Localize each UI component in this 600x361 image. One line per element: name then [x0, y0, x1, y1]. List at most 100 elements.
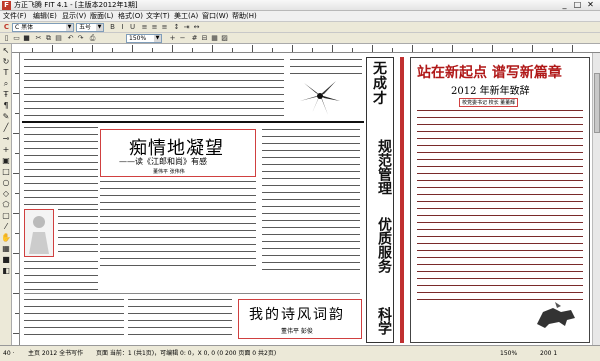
gradient-icon[interactable]: ◧ [1, 266, 11, 276]
pen-icon[interactable]: ✎ [1, 112, 11, 122]
status-info: 页面 当前：1 (共1页)，可编辑 0: 0，X 0, 0 (0 200 页面 … [96, 350, 277, 357]
article-byline: 董伟平 彭俊 [281, 328, 313, 335]
font-family-select[interactable]: C 黑体 ▼ [12, 23, 74, 32]
menu-text[interactable]: 文字(T) [146, 12, 170, 21]
ruler-icon[interactable]: ⊟ [200, 34, 209, 43]
scroll-thumb[interactable] [594, 73, 600, 133]
horse-illustration[interactable] [531, 298, 581, 332]
open-folder-icon[interactable]: ▭ [12, 34, 21, 43]
align-left-icon[interactable]: ≡ [140, 23, 149, 32]
align-right-icon[interactable]: ≡ [160, 23, 169, 32]
menu-help[interactable]: 帮助(H) [232, 12, 257, 21]
chevron-down-icon: ▼ [66, 24, 73, 31]
menu-view[interactable]: 显示(V) [62, 12, 86, 21]
red-rule [400, 57, 404, 343]
table-tool-icon[interactable]: ▦ [1, 244, 11, 254]
hand-icon[interactable]: ✋ [1, 233, 11, 243]
font-size-select[interactable]: 五号 ▼ [76, 23, 104, 32]
polygon-icon[interactable]: ⬠ [1, 200, 11, 210]
document-page[interactable]: 痴情地凝望 ——读《江郎和尚》有感 董伟平 张伟伟 我的诗风词韵 董伟平 彭俊 … [20, 53, 592, 345]
rectangle-icon[interactable]: □ [1, 167, 11, 177]
char-spacing-icon[interactable]: ↔ [192, 23, 201, 32]
article-byline: 董伟平 张伟伟 [153, 169, 185, 175]
select-arrow-icon[interactable]: ↖ [1, 46, 11, 56]
text-column [24, 261, 98, 291]
eyedropper-icon[interactable]: ⁄ [1, 222, 11, 232]
headline-box[interactable]: 痴情地凝望 ——读《江郎和尚》有感 董伟平 张伟伟 [100, 129, 256, 177]
text-column [290, 59, 362, 75]
color-swatch-icon[interactable]: ■ [1, 255, 11, 265]
text-column [262, 129, 360, 271]
menu-format[interactable]: 格式(O) [118, 12, 143, 21]
image-icon[interactable]: ▨ [220, 34, 229, 43]
zoom-tool-icon[interactable]: ⌕ [1, 79, 11, 89]
rotate-icon[interactable]: ↻ [1, 57, 11, 67]
frame-icon[interactable]: ▣ [1, 156, 11, 166]
underline-icon[interactable]: U [128, 23, 137, 32]
zoom-select[interactable]: 150% ▼ [126, 34, 162, 43]
copy-icon[interactable]: ⧉ [44, 34, 53, 43]
link-icon[interactable]: ⊸ [1, 134, 11, 144]
grid-icon[interactable]: # [190, 34, 199, 43]
text-flow-icon[interactable]: ¶ [1, 101, 11, 111]
text-tool-icon[interactable]: T [1, 68, 11, 78]
bold-icon[interactable]: B [108, 23, 117, 32]
vertical-text-icon[interactable]: Ŧ [1, 90, 11, 100]
font-color-icon[interactable]: C [2, 23, 11, 32]
round-rect-icon[interactable]: ▢ [1, 211, 11, 221]
section-divider [22, 121, 364, 123]
article-subhead: ——读《江郎和尚》有感 [119, 157, 207, 166]
new-year-article-box[interactable]: 站在新起点 谱写新篇章 2012 年新年致辞 校党委书记 校长 董董辉 [410, 57, 590, 343]
horizontal-ruler[interactable] [12, 44, 600, 53]
article-headline: 我的诗风词韵 [249, 307, 345, 323]
text-column [417, 110, 583, 300]
status-position: 200 1 [540, 350, 558, 357]
italic-icon[interactable]: I [118, 23, 127, 32]
indent-icon[interactable]: ⇥ [182, 23, 191, 32]
table-icon[interactable]: ▦ [210, 34, 219, 43]
cross-tool-icon[interactable]: + [1, 145, 11, 155]
menu-file[interactable]: 文件(F) [3, 12, 27, 21]
menu-window[interactable]: 窗口(W) [202, 12, 228, 21]
article-subhead: 2012 年新年致辞 [451, 86, 530, 97]
zoom-in-icon[interactable]: + [168, 34, 177, 43]
window-title: 方正飞腾 FIT 4.1 - [主版本2012年1期] [14, 1, 138, 9]
ellipse-icon[interactable]: ○ [1, 178, 11, 188]
status-page: 40 · [3, 350, 15, 357]
zoom-out-icon[interactable]: − [178, 34, 187, 43]
cut-icon[interactable]: ✂ [34, 34, 43, 43]
undo-icon[interactable]: ↶ [66, 34, 75, 43]
section-divider [24, 293, 360, 294]
tool-palette: ↖ ↻ T ⌕ Ŧ ¶ ✎ ╱ ⊸ + ▣ □ ○ ◇ ⬠ ▢ ⁄ ✋ ▦ ■ … [0, 44, 12, 345]
save-icon[interactable]: ■ [22, 34, 31, 43]
vertical-ruler[interactable] [12, 53, 20, 345]
headline-box[interactable]: 我的诗风词韵 董伟平 彭俊 [238, 299, 362, 339]
portrait-photo[interactable] [24, 209, 54, 257]
chevron-down-icon: ▼ [154, 35, 161, 42]
text-column [58, 209, 98, 257]
paste-icon[interactable]: ▤ [54, 34, 63, 43]
banner-line: 优质服务 [376, 217, 392, 273]
vertical-banner[interactable]: 无成才 [366, 57, 394, 343]
new-file-icon[interactable]: ▯ [2, 34, 11, 43]
text-column [24, 127, 98, 205]
redo-icon[interactable]: ↷ [76, 34, 85, 43]
ink-flower-image[interactable] [296, 75, 344, 117]
menu-layout[interactable]: 版面(L) [90, 12, 113, 21]
align-center-icon[interactable]: ≡ [150, 23, 159, 32]
app-logo-icon: F [2, 1, 11, 10]
chevron-down-icon: ▼ [96, 24, 103, 31]
maximize-button[interactable]: □ [572, 1, 583, 10]
minimize-button[interactable]: _ [559, 1, 570, 10]
banner-line: 无成才 [373, 61, 387, 107]
diamond-icon[interactable]: ◇ [1, 189, 11, 199]
toolbar-text: C C 黑体 ▼ 五号 ▼ B I U ≡ ≡ ≡ ↕ ⇥ ↔ [0, 22, 600, 33]
vertical-scrollbar[interactable] [592, 53, 600, 345]
banner-line: 规范管理 [376, 139, 392, 195]
menu-art[interactable]: 美工(A) [174, 12, 198, 21]
line-tool-icon[interactable]: ╱ [1, 123, 11, 133]
menu-edit[interactable]: 编辑(E) [33, 12, 57, 21]
print-icon[interactable]: ⎙ [88, 34, 97, 43]
close-button[interactable]: ✕ [585, 1, 596, 10]
line-spacing-icon[interactable]: ↕ [172, 23, 181, 32]
